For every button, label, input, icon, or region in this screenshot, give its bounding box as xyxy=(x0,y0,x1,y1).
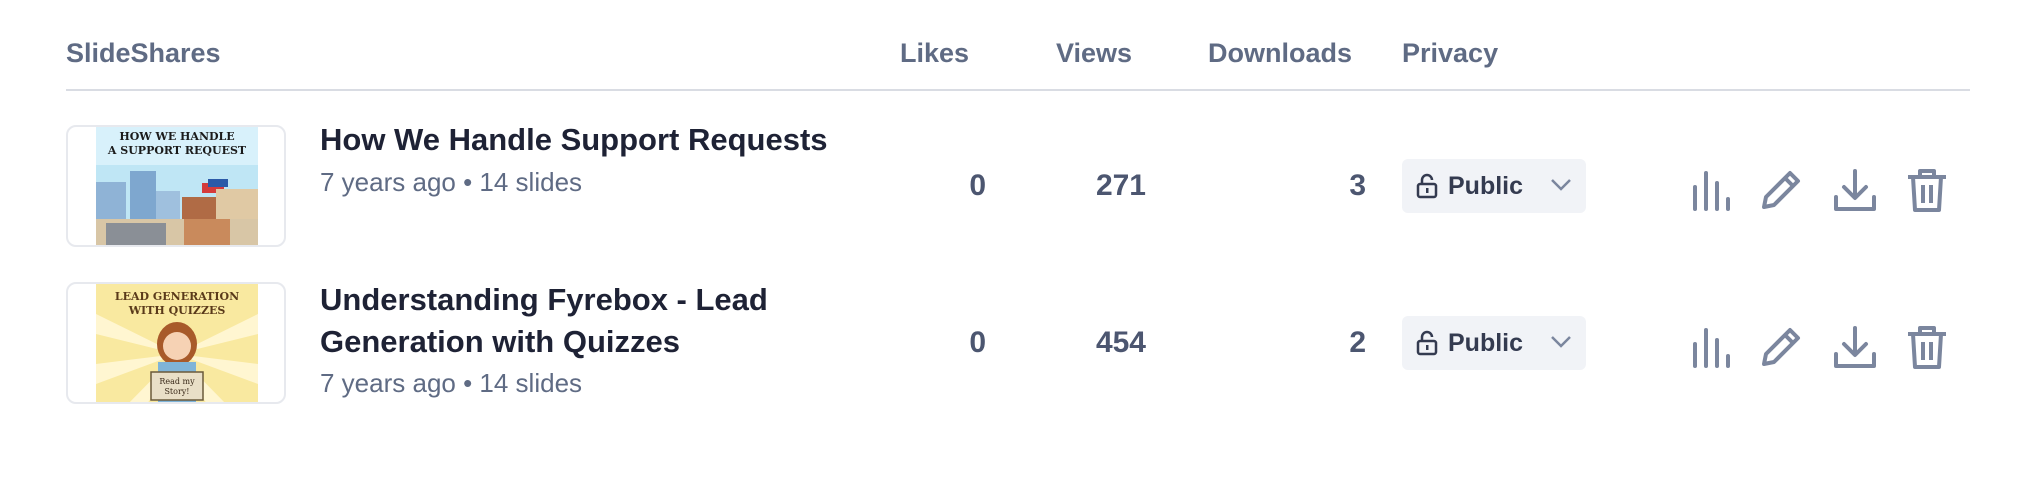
thumbnail-caption-2: A SUPPORT REQUEST xyxy=(107,144,247,157)
thumbnail-caption: LEAD GENERATION xyxy=(115,290,239,303)
trash-icon[interactable] xyxy=(1902,322,1952,372)
likes-count: 0 xyxy=(969,326,986,359)
privacy-select-value: Public xyxy=(1448,172,1524,200)
trash-icon[interactable] xyxy=(1902,165,1952,215)
column-header-privacy[interactable]: Privacy xyxy=(1402,38,1498,69)
views-count: 454 xyxy=(1095,326,1146,359)
slideshare-thumbnail[interactable]: LEAD GENERATION WITH QUIZZES Read my Sto… xyxy=(66,282,286,404)
chevron-down-icon xyxy=(1551,336,1571,348)
thumbnail-caption-2: WITH QUIZZES xyxy=(128,304,226,317)
privacy-select[interactable]: Public xyxy=(1402,159,1586,213)
slideshare-thumbnail[interactable]: HOW WE HANDLE A SUPPORT REQUEST xyxy=(66,125,286,247)
table-header: SlideShares Likes Views Downloads Privac… xyxy=(66,0,1970,91)
column-header-downloads[interactable]: Downloads xyxy=(1208,38,1352,69)
table-row: HOW WE HANDLE A SUPPORT REQUEST How We H… xyxy=(66,122,1970,249)
pencil-icon[interactable] xyxy=(1756,165,1806,215)
unlock-icon xyxy=(1416,330,1438,356)
thumbnail-caption: HOW WE HANDLE xyxy=(119,130,234,143)
downloads-count: 2 xyxy=(1349,326,1366,359)
column-header-views[interactable]: Views xyxy=(1056,38,1132,69)
column-header-slideshares[interactable]: SlideShares xyxy=(66,38,221,69)
bar-chart-icon[interactable] xyxy=(1686,165,1736,215)
slideshare-meta: 7 years ago • 14 slides xyxy=(320,167,583,197)
download-icon[interactable] xyxy=(1830,165,1880,215)
unlock-icon xyxy=(1416,173,1438,199)
support-request-thumbnail-image: HOW WE HANDLE A SUPPORT REQUEST xyxy=(96,127,258,245)
table-row: LEAD GENERATION WITH QUIZZES Read my Sto… xyxy=(66,282,1970,406)
privacy-select-value: Public xyxy=(1448,329,1524,357)
privacy-select[interactable]: Public xyxy=(1402,316,1586,370)
lead-generation-thumbnail-image: LEAD GENERATION WITH QUIZZES Read my Sto… xyxy=(96,284,258,402)
thumbnail-sign-text-2: Story! xyxy=(164,387,189,396)
slideshare-title[interactable]: Understanding Fyrebox - Lead Generation … xyxy=(320,279,840,363)
download-icon[interactable] xyxy=(1830,322,1880,372)
bar-chart-icon[interactable] xyxy=(1686,322,1736,372)
column-header-likes[interactable]: Likes xyxy=(900,38,969,69)
slideshare-title[interactable]: How We Handle Support Requests xyxy=(320,119,840,161)
thumbnail-sign-text: Read my xyxy=(159,377,195,386)
chevron-down-icon xyxy=(1551,179,1571,191)
views-count: 271 xyxy=(1095,169,1146,202)
downloads-count: 3 xyxy=(1349,169,1366,202)
pencil-icon[interactable] xyxy=(1756,322,1806,372)
likes-count: 0 xyxy=(969,169,986,202)
slideshare-meta: 7 years ago • 14 slides xyxy=(320,368,583,398)
